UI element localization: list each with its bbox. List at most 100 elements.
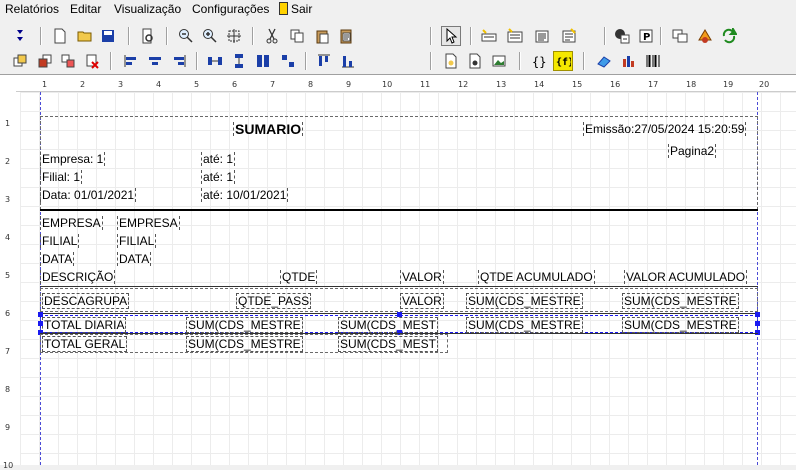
ruler-tick-19: 19 xyxy=(723,80,734,89)
add-label-button[interactable] xyxy=(479,26,499,46)
ruler-tick-11: 11 xyxy=(420,80,431,89)
total-diaria-label[interactable]: TOTAL DIARIA xyxy=(42,317,127,333)
add-chart-button[interactable] xyxy=(619,51,639,71)
align-grid-button[interactable] xyxy=(278,51,298,71)
delete-button[interactable] xyxy=(82,51,102,71)
filial-ate[interactable]: até: 1 xyxy=(201,170,236,184)
report-design-area[interactable]: 1 2 3 4 5 6 7 8 9 10 11 12 13 14 15 16 1… xyxy=(0,74,796,470)
col-qtde-acumulado[interactable]: QTDE ACUMULADO xyxy=(478,270,595,284)
total-geral-sum-1[interactable]: SUM(CDS_MESTRE xyxy=(186,336,303,352)
new-button[interactable] xyxy=(50,26,70,46)
empresa-ate[interactable]: até: 1 xyxy=(201,152,236,166)
col-valor[interactable]: VALOR xyxy=(400,270,444,284)
open-button[interactable] xyxy=(75,26,95,46)
add-picture-button[interactable] xyxy=(489,51,509,71)
detail-sum-qtde[interactable]: SUM(CDS_MESTRE xyxy=(466,293,583,309)
cut-button[interactable] xyxy=(262,26,282,46)
align-left-icon xyxy=(124,55,136,67)
col-valor-acumulado[interactable]: VALOR ACUMULADO xyxy=(624,270,748,284)
col-qtde[interactable]: QTDE xyxy=(280,270,318,284)
empresa-filter[interactable]: Empresa: 1 xyxy=(40,152,106,166)
filial-filter[interactable]: Filial: 1 xyxy=(40,170,83,184)
align-left-button[interactable] xyxy=(121,51,141,71)
empresa-value[interactable]: EMPRESA xyxy=(117,216,180,230)
space-vertical-button[interactable] xyxy=(229,51,249,71)
col-descricao[interactable]: DESCRIÇÃO xyxy=(40,270,116,284)
ruler-v-tick-2: 2 xyxy=(5,157,11,166)
qtde-pass-field[interactable]: QTDE_PASS xyxy=(236,293,312,309)
add-subreport-button[interactable] xyxy=(670,26,690,46)
add-region-button[interactable] xyxy=(695,26,715,46)
menu-visualizacao[interactable]: Visualização xyxy=(114,2,181,16)
refresh-button[interactable] xyxy=(719,26,739,46)
emissao-field[interactable]: Emissão:27/05/2024 15:20:59 xyxy=(583,122,747,136)
add-barcode-button[interactable] xyxy=(643,51,663,71)
barcode-icon xyxy=(646,55,660,67)
filial-label[interactable]: FILIAL xyxy=(40,234,80,248)
resize-handle[interactable] xyxy=(397,312,402,317)
empresa-label[interactable]: EMPRESA xyxy=(40,216,103,230)
ruler-tick-7: 7 xyxy=(270,80,276,89)
valor-field[interactable]: VALOR xyxy=(400,293,444,309)
resize-handle[interactable] xyxy=(38,312,43,317)
same-size-button[interactable] xyxy=(253,51,273,71)
add-sysdata-button[interactable]: {f} xyxy=(553,51,573,71)
add-shape-button[interactable] xyxy=(594,51,614,71)
zoom-fit-icon xyxy=(227,29,241,43)
ruler-tick-20: 20 xyxy=(759,80,770,89)
zoom-fit-button[interactable] xyxy=(224,26,244,46)
total-diaria-sum-3[interactable]: SUM(CDS_MESTRE xyxy=(466,317,583,333)
total-diaria-sum-2[interactable]: SUM(CDS_MEST xyxy=(338,317,439,333)
align-center-button[interactable] xyxy=(145,51,165,71)
align-right-button[interactable] xyxy=(169,51,189,71)
data-value[interactable]: DATA xyxy=(117,252,152,266)
select-pointer-button[interactable] xyxy=(441,26,461,46)
filial-value[interactable]: FILIAL xyxy=(117,234,157,248)
total-diaria-sum-1[interactable]: SUM(CDS_MESTRE xyxy=(186,317,303,333)
resize-handle[interactable] xyxy=(755,321,760,326)
add-image-button[interactable] xyxy=(441,51,461,71)
align-top-button[interactable] xyxy=(314,51,334,71)
page-number-icon: P xyxy=(639,29,653,43)
align-bottom-button[interactable] xyxy=(338,51,358,71)
zoom-in-button[interactable] xyxy=(200,26,220,46)
menu-sair-label: Sair xyxy=(291,2,313,16)
move-down-button[interactable] xyxy=(10,26,30,46)
paste-button[interactable] xyxy=(312,26,332,46)
detail-sum-valor[interactable]: SUM(CDS_MESTRE xyxy=(622,293,739,309)
menu-sair[interactable]: Sair xyxy=(279,2,312,16)
add-page-number-button[interactable]: P xyxy=(636,26,656,46)
bring-to-front-button[interactable] xyxy=(10,51,30,71)
add-richtext-button[interactable] xyxy=(559,26,579,46)
group-button[interactable] xyxy=(58,51,78,71)
data-label[interactable]: DATA xyxy=(40,252,75,266)
add-calc-button[interactable] xyxy=(612,26,632,46)
menu-relatorios[interactable]: Relatórios xyxy=(5,2,59,16)
data-ate[interactable]: até: 10/01/2021 xyxy=(201,188,289,202)
save-button[interactable] xyxy=(98,26,118,46)
page-preview-icon xyxy=(142,28,153,44)
zoom-out-button[interactable] xyxy=(176,26,196,46)
print-preview-button[interactable] xyxy=(138,26,158,46)
resize-handle[interactable] xyxy=(755,312,760,317)
space-horizontal-button[interactable] xyxy=(205,51,225,71)
resize-handle[interactable] xyxy=(38,321,43,326)
report-title[interactable]: SUMARIO xyxy=(233,122,304,136)
add-expression-button[interactable]: {} xyxy=(529,51,549,71)
menu-configuracoes[interactable]: Configurações xyxy=(192,2,269,16)
total-diaria-sum-4[interactable]: SUM(CDS_MESTRE xyxy=(622,317,739,333)
paste-special-button[interactable] xyxy=(336,26,356,46)
ruler-tick-1: 1 xyxy=(42,80,48,89)
add-dbtext-button[interactable] xyxy=(505,26,525,46)
total-geral-label[interactable]: TOTAL GERAL xyxy=(42,336,128,352)
data-filter[interactable]: Data: 01/01/2021 xyxy=(40,188,137,202)
total-geral-sum-2[interactable]: SUM(CDS_MEST xyxy=(338,336,439,352)
copy-button[interactable] xyxy=(287,26,307,46)
menu-editar[interactable]: Editar xyxy=(70,2,101,16)
ruler-tick-10: 10 xyxy=(382,80,393,89)
send-to-back-button[interactable] xyxy=(35,51,55,71)
add-memo-button[interactable] xyxy=(532,26,552,46)
add-db-image-button[interactable] xyxy=(465,51,485,71)
pagina-field[interactable]: Pagina2 xyxy=(668,144,717,158)
descagrupa-field[interactable]: DESCAGRUPA xyxy=(42,293,130,309)
